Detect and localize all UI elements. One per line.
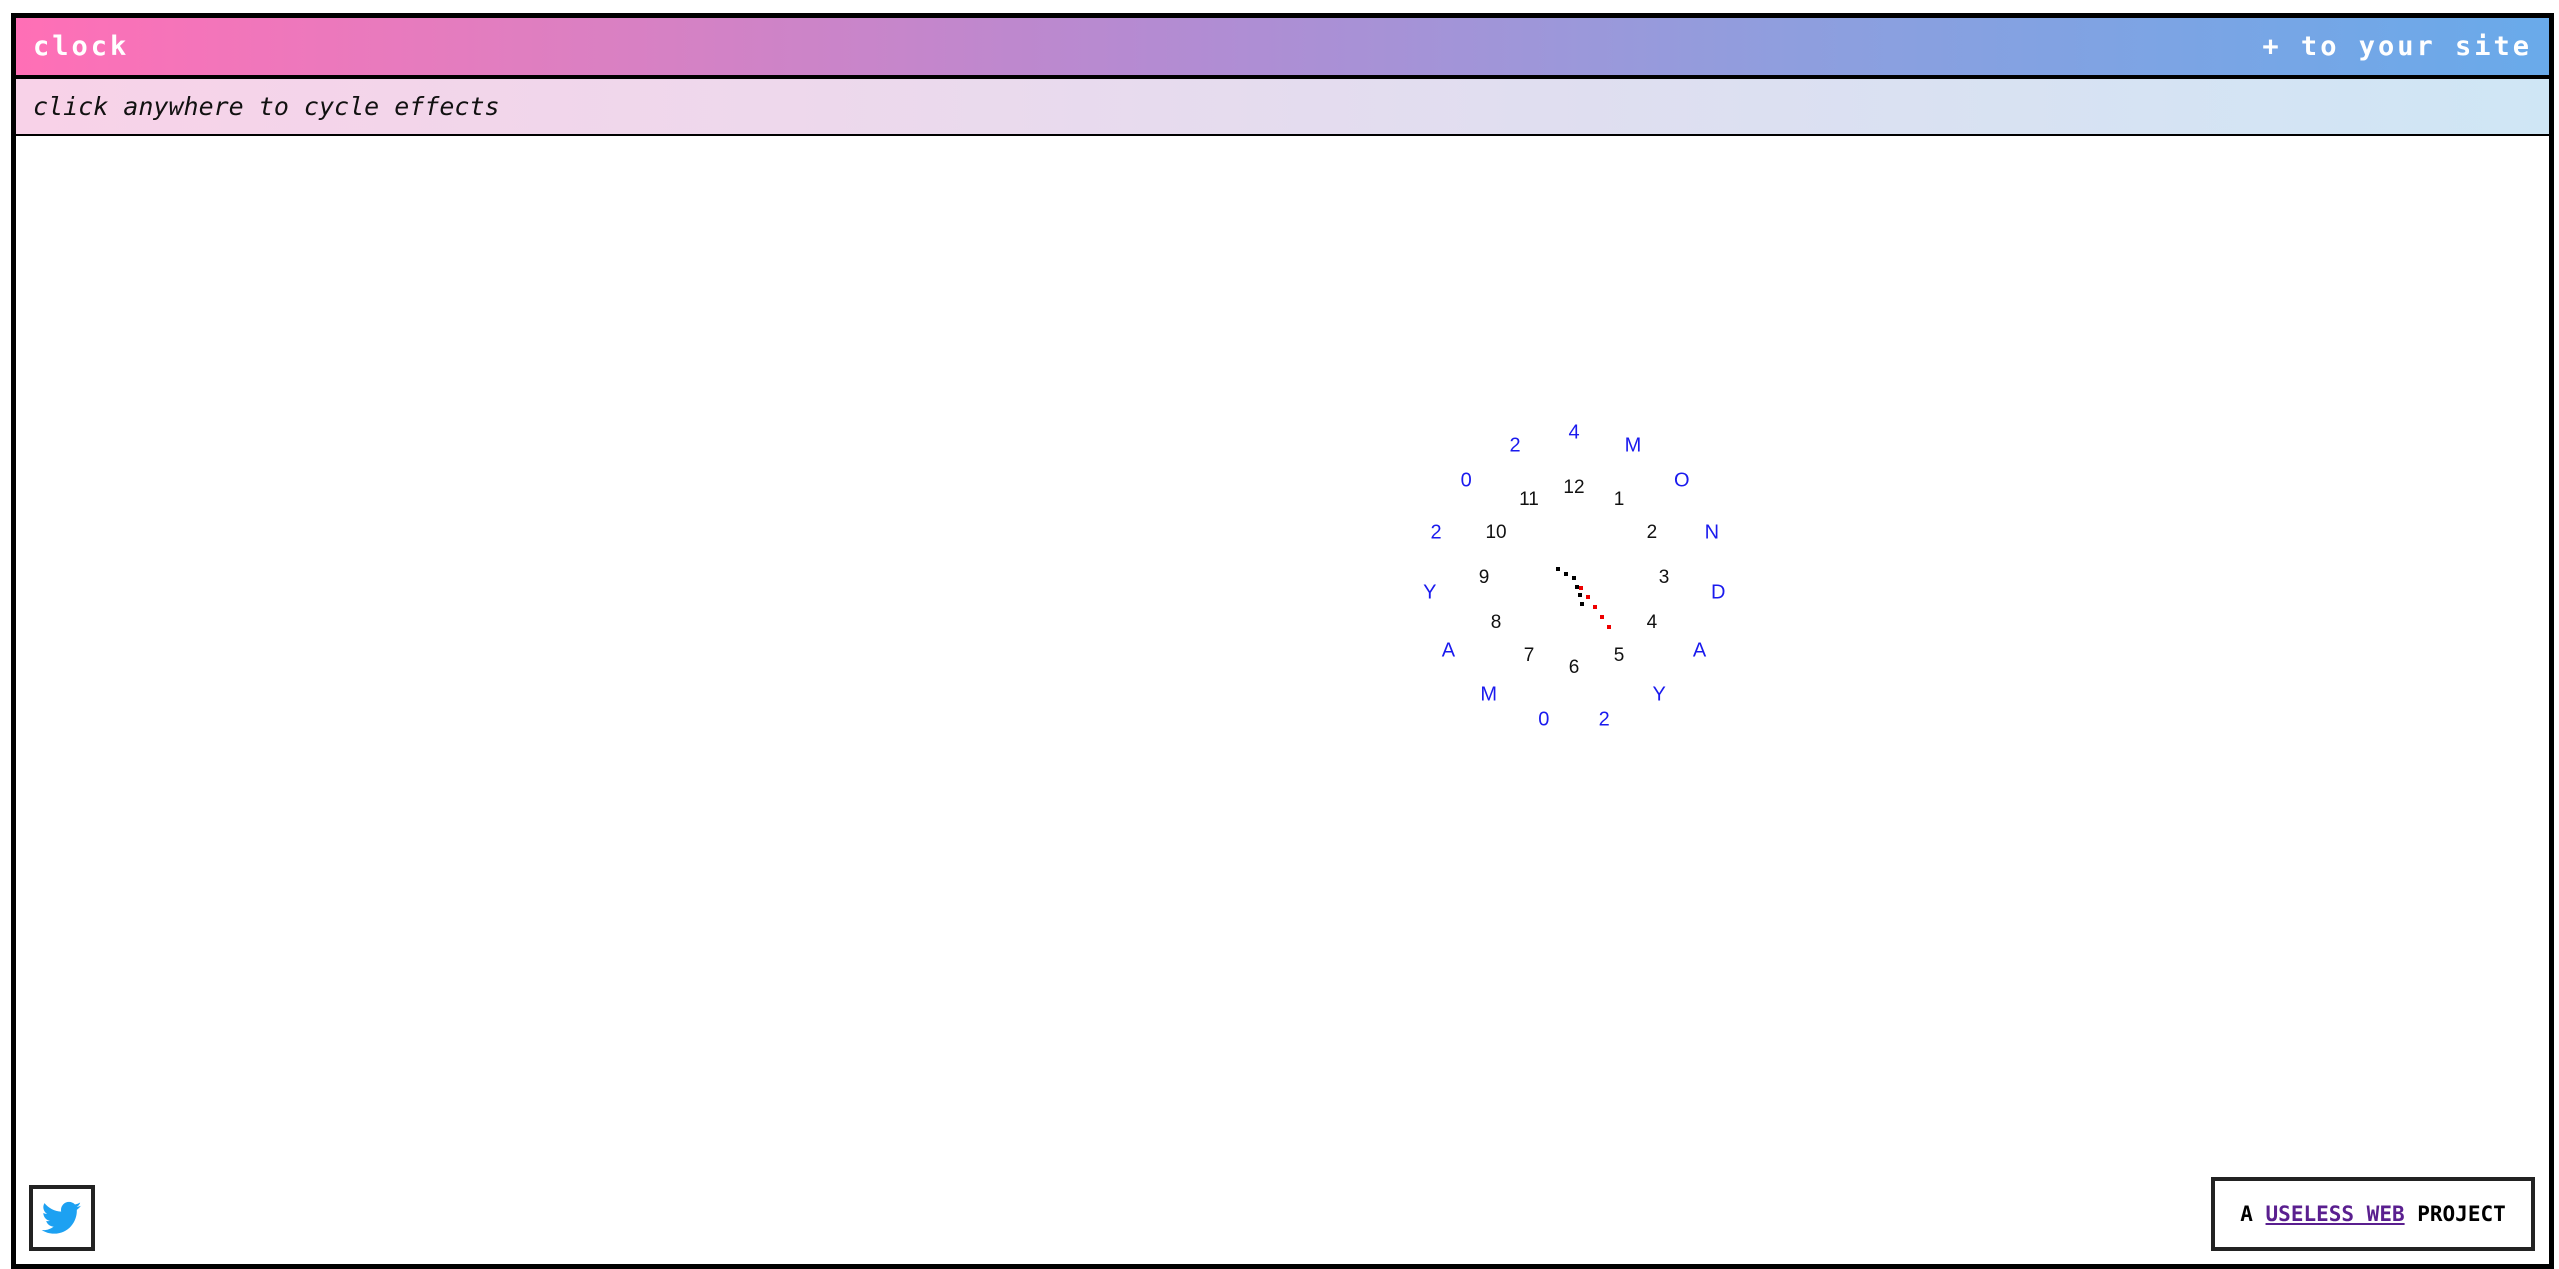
ring-char-7: 0 [1538, 708, 1550, 731]
app-title: clock [33, 31, 130, 62]
twitter-bird-icon [41, 1201, 82, 1234]
minute-hand-dot [1600, 614, 1605, 619]
hint-bar: click anywhere to cycle effects [16, 79, 2549, 136]
clock-hour-5: 5 [1613, 644, 1625, 666]
clock-hour-6: 6 [1568, 657, 1580, 678]
clock-hour-1: 1 [1613, 489, 1625, 511]
clock-stage[interactable]: 12 1 2 3 4 5 6 7 8 9 10 11 M O N D A Y 2 0 M A Y 2 0 2 4 [16, 136, 2549, 1264]
clock-hour-11: 11 [1519, 489, 1539, 511]
ring-char-5: Y [1652, 683, 1666, 706]
useless-web-link[interactable]: USELESS WEB [2266, 1202, 2405, 1226]
hour-hand-dot [1580, 601, 1585, 606]
twitter-button[interactable] [29, 1185, 95, 1251]
ring-char-2: N [1704, 521, 1720, 544]
minute-hand-dot [1593, 605, 1598, 610]
clock-hour-4: 4 [1646, 612, 1658, 633]
minute-hand-dot [1586, 595, 1591, 600]
app-frame: clock + to your site click anywhere to c… [11, 13, 2554, 1269]
ring-char-10: Y [1423, 581, 1437, 604]
minute-hand-dot [1579, 585, 1584, 590]
clock-hour-3: 3 [1658, 567, 1670, 588]
minute-hand-dot [1607, 624, 1612, 629]
ring-char-13: 2 [1509, 434, 1521, 457]
ring-char-1: O [1673, 469, 1690, 492]
hint-text: click anywhere to cycle effects [33, 92, 500, 121]
useless-web-badge: A USELESS WEB PROJECT [2211, 1177, 2535, 1251]
ring-char-9: A [1441, 639, 1456, 661]
hour-hand-dot [1577, 593, 1582, 598]
ring-char-11: 2 [1430, 521, 1442, 544]
clock-hour-8: 8 [1490, 612, 1502, 633]
ring-char-14: 4 [1568, 421, 1580, 444]
clock-hour-2: 2 [1646, 522, 1658, 543]
clock-hour-12: 12 [1563, 477, 1585, 498]
title-bar: clock + to your site [16, 18, 2549, 79]
clock-hour-10: 10 [1485, 522, 1507, 543]
second-hand-dot [1572, 576, 1576, 580]
clock-hour-7: 7 [1523, 644, 1535, 666]
clock-face: 12 1 2 3 4 5 6 7 8 9 10 11 M O N D A Y 2 0 M A Y 2 0 2 4 [16, 136, 2549, 1264]
add-to-site-link[interactable]: + to your site [2262, 18, 2532, 75]
ring-char-0: M [1624, 434, 1642, 457]
ring-char-6: 2 [1598, 708, 1610, 731]
ring-char-3: D [1710, 581, 1726, 604]
badge-prefix: A [2240, 1202, 2266, 1226]
ring-char-4: A [1692, 639, 1707, 661]
clock-hour-9: 9 [1478, 567, 1490, 588]
badge-suffix: PROJECT [2404, 1202, 2506, 1226]
second-hand-dot [1556, 567, 1561, 571]
ring-char-8: M [1480, 683, 1498, 706]
ring-char-12: 0 [1460, 469, 1472, 492]
second-hand-dot [1564, 571, 1569, 576]
